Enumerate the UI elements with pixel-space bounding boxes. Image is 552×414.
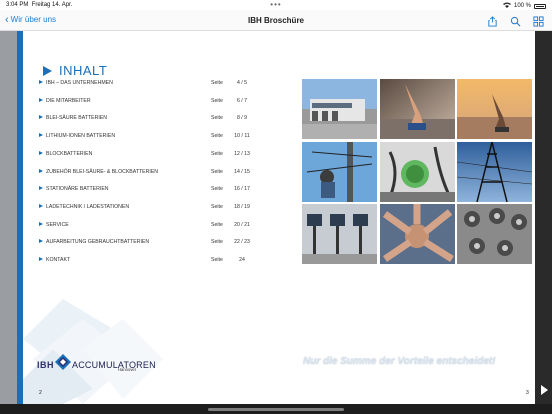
toc-seite: Seite: [211, 186, 223, 193]
photo-battery-cells: [457, 204, 532, 264]
bullet-icon: [39, 168, 43, 173]
next-page-edge[interactable]: [535, 31, 552, 404]
multitasking-dots[interactable]: •••: [270, 0, 281, 9]
navigation-bar: ‹ Wir über uns IBH Broschüre: [0, 10, 552, 31]
page-title: IBH Broschüre: [247, 16, 305, 25]
toc-row[interactable]: ZUBEHÖR BLEI-SÄURE- & BLOCKBATTERIEN Seit…: [39, 168, 250, 178]
toc-label: BLEI-SÄURE BATTERIEN: [46, 115, 108, 122]
battery-icon: [534, 3, 546, 9]
status-date: Freitag 14. Apr.: [31, 2, 73, 8]
toc-pages: 14 / 15: [234, 168, 250, 175]
toc-row[interactable]: STATIONÄRE BATTERIEN Seite 16 / 17: [39, 185, 250, 195]
photo-runner-sunset: [457, 79, 532, 139]
back-button[interactable]: ‹ Wir über uns: [5, 13, 57, 26]
toc-seite: Seite: [211, 221, 223, 228]
background-shapes: [23, 299, 163, 404]
toc-seite: Seite: [211, 133, 223, 140]
logo-accumulatoren: ACCUMULATOREN: [72, 359, 156, 370]
back-button-label: Wir über uns: [10, 15, 57, 24]
toc-pages: 24: [239, 257, 245, 263]
toc-pages: 8 / 9: [236, 115, 248, 122]
toc-row[interactable]: BLEI-SÄURE BATTERIEN Seite 8 / 9: [39, 114, 249, 124]
toc-seite: Seite: [211, 203, 223, 210]
bullet-icon: [39, 186, 43, 191]
toc-pages: 22 / 23: [234, 239, 250, 246]
toc-seite: Seite: [211, 239, 223, 246]
toc-label: BLOCKBATTERIEN: [46, 150, 93, 157]
toc-row[interactable]: LITHIUM-IONEN BATTERIEN Seite 10 / 11: [39, 132, 250, 142]
battery-percent: 100 %: [513, 3, 531, 9]
toc-label: LITHIUM-IONEN BATTERIEN: [46, 133, 116, 140]
share-icon[interactable]: [487, 14, 498, 27]
toc-label: STATIONÄRE BATTERIEN: [46, 186, 109, 193]
toc-seite: Seite: [211, 115, 223, 122]
brochure-page: INHALT IBH – DAS UNTERNEHMEN Seite 4 / 5 D…: [23, 31, 535, 404]
photo-power-lines: [457, 141, 532, 202]
toc-label: SERVICE: [46, 221, 69, 228]
toc-label: AUFARBEITUNG GEBRAUCHTBATTERIEN: [46, 239, 150, 246]
toc-pages: 18 / 19: [234, 203, 250, 210]
status-bar: 3:04 PM Freitag 14. Apr. ••• 100 %: [0, 0, 552, 10]
toc-label: IBH – DAS UNTERNEHMEN: [46, 80, 113, 86]
logo-mark-icon: [55, 354, 71, 375]
heading-triangle-icon: [43, 65, 52, 76]
chevron-left-icon: ‹: [5, 13, 9, 26]
toc-row[interactable]: BLOCKBATTERIEN Seite 12 / 13: [39, 150, 250, 160]
photo-battery-charger: [379, 141, 455, 202]
search-icon[interactable]: [510, 14, 521, 27]
toc-pages: 6 / 7: [236, 97, 248, 104]
toc-pages: 16 / 17: [234, 186, 250, 193]
bullet-icon: [39, 115, 43, 120]
company-logo: IBH ACCUMULATOREN: [37, 354, 156, 375]
slogan-text: Nur die Summe der Vorteile entscheidet!: [303, 356, 496, 367]
photo-running-feet: [379, 79, 455, 139]
toc-pages: 4 / 5: [236, 80, 248, 86]
photo-company-building: [302, 79, 377, 139]
status-right: 100 %: [502, 2, 546, 10]
logo-city: Hannover: [118, 367, 137, 372]
bullet-icon: [39, 150, 43, 155]
grid-icon[interactable]: [533, 14, 544, 27]
toc-seite: Seite: [211, 168, 223, 175]
toc-row[interactable]: IBH – DAS UNTERNEHMEN Seite 4 / 5: [39, 79, 249, 89]
toc-row[interactable]: LADETECHNIK / LADESTATIONEN Seite 18 / 19: [39, 203, 250, 213]
bullet-icon: [39, 133, 43, 138]
toc-seite: Seite: [211, 150, 223, 157]
toc-label: KONTAKT: [46, 257, 71, 263]
bullet-icon: [39, 203, 43, 208]
photo-hands-together: [379, 204, 455, 264]
bullet-icon: [39, 257, 43, 261]
toc-heading-text: INHALT: [59, 63, 108, 78]
toc-row[interactable]: DIE MITARBEITER Seite 6 / 7: [39, 97, 249, 107]
logo-ibh: IBH: [37, 359, 54, 370]
toc-seite: Seite: [211, 80, 223, 86]
toc-pages: 12 / 13: [234, 150, 250, 157]
toc-seite: Seite: [211, 97, 223, 104]
status-time: 3:04 PM Freitag 14. Apr.: [6, 2, 73, 8]
photo-charging-stations: [302, 204, 377, 264]
toc-row[interactable]: KONTAKT Seite 24: [39, 256, 249, 266]
bullet-icon: [39, 80, 43, 84]
toc-seite: Seite: [211, 257, 223, 263]
home-indicator[interactable]: [208, 408, 344, 411]
toc-label: DIE MITARBEITER: [46, 97, 91, 104]
page-number-left: 2: [39, 390, 42, 396]
next-page-icon[interactable]: [541, 385, 548, 395]
toc-label: LADETECHNIK / LADESTATIONEN: [46, 203, 130, 210]
toc-heading: INHALT: [43, 63, 107, 78]
bullet-icon: [39, 239, 43, 244]
toc-pages: 20 / 21: [234, 221, 250, 228]
nav-actions: [487, 14, 544, 27]
toc-row[interactable]: AUFARBEITUNG GEBRAUCHTBATTERIEN Seite 22 /…: [39, 238, 250, 248]
photo-grid: [302, 79, 532, 264]
bullet-icon: [39, 221, 43, 226]
wifi-icon: [502, 2, 511, 10]
bullet-icon: [39, 97, 43, 102]
page-number-right: 3: [526, 390, 529, 396]
previous-page-edge[interactable]: [0, 31, 17, 404]
toc-pages: 10 / 11: [234, 133, 250, 140]
toc-label: ZUBEHÖR BLEI-SÄURE- & BLOCKBATTERIEN: [46, 168, 159, 175]
toc-row[interactable]: SERVICE Seite 20 / 21: [39, 221, 250, 231]
photo-technician-pole: [302, 141, 377, 202]
